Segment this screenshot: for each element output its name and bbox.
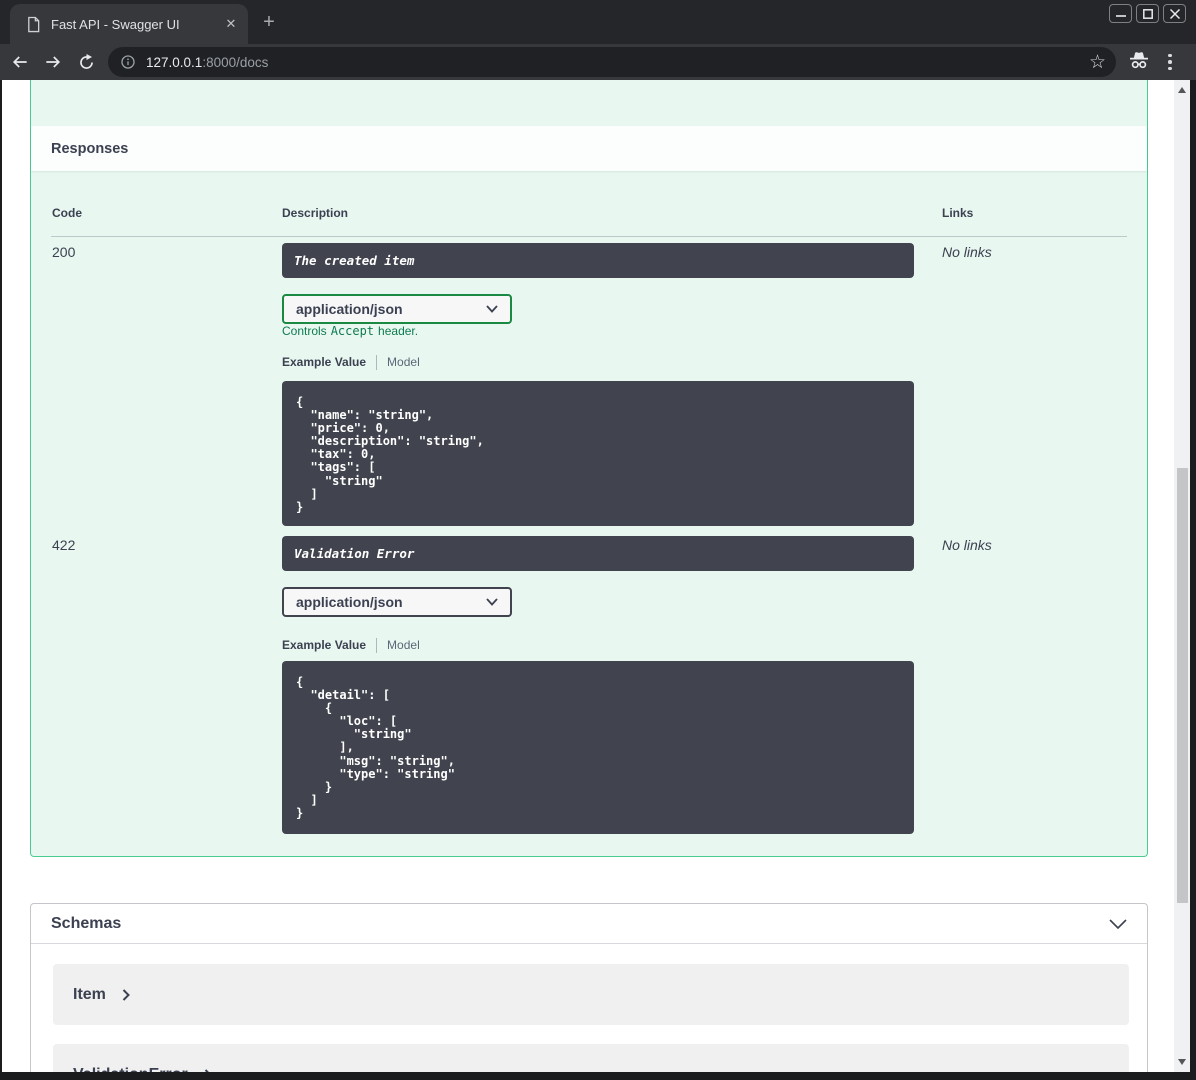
example-json-200: { "name": "string", "price": 0, "descrip… bbox=[296, 395, 484, 514]
forward-button[interactable] bbox=[40, 49, 66, 75]
schema-model-validationerror[interactable]: ValidationError bbox=[53, 1044, 1129, 1072]
page-scrollbar[interactable] bbox=[1174, 80, 1190, 1072]
accept-header-note: Controls Accept header. bbox=[282, 324, 418, 338]
chevron-right-icon bbox=[122, 988, 130, 1001]
window-minimize-button[interactable] bbox=[1109, 4, 1132, 23]
example-json-block-200: { "name": "string", "price": 0, "descrip… bbox=[282, 381, 914, 526]
scrollbar-up-arrow-icon[interactable] bbox=[1178, 87, 1186, 93]
column-header-code: Code bbox=[52, 206, 82, 220]
schema-model-item-label: Item bbox=[73, 985, 106, 1003]
tab-close-icon[interactable]: ✕ bbox=[222, 15, 240, 33]
site-info-icon[interactable] bbox=[120, 54, 136, 70]
chevron-down-icon bbox=[486, 598, 498, 606]
content-type-select-200[interactable]: application/json bbox=[282, 294, 512, 324]
accept-note-prefix: Controls bbox=[282, 324, 327, 338]
reload-icon bbox=[79, 53, 93, 69]
tab-model[interactable]: Model bbox=[387, 638, 420, 652]
content-type-value-200: application/json bbox=[296, 301, 403, 317]
response-code-200: 200 bbox=[52, 244, 76, 260]
example-json-block-422: { "detail": [ { "loc": [ "string" ], "ms… bbox=[282, 661, 914, 834]
schema-model-item[interactable]: Item bbox=[53, 964, 1129, 1025]
scrollbar-down-arrow-icon[interactable] bbox=[1178, 1059, 1186, 1065]
back-button[interactable] bbox=[7, 49, 33, 75]
browser-menu-button[interactable] bbox=[1163, 51, 1177, 73]
responses-title: Responses bbox=[51, 140, 129, 157]
response-200-links: No links bbox=[942, 244, 992, 260]
bookmark-star-icon[interactable]: ☆ bbox=[1089, 53, 1106, 72]
window-maximize-button[interactable] bbox=[1136, 4, 1159, 23]
forward-arrow-icon bbox=[46, 56, 61, 68]
browser-titlebar: Fast API - Swagger UI ✕ + bbox=[0, 0, 1196, 44]
example-model-tabs-422: Example Value Model bbox=[282, 636, 420, 654]
browser-tab[interactable]: Fast API - Swagger UI ✕ bbox=[10, 4, 248, 44]
content-type-value-422: application/json bbox=[296, 594, 403, 610]
incognito-icon bbox=[1127, 49, 1151, 76]
tab-example-value[interactable]: Example Value bbox=[282, 355, 366, 369]
chevron-right-icon bbox=[204, 1068, 210, 1072]
maximize-icon bbox=[1142, 8, 1153, 19]
accept-note-code: Accept bbox=[330, 324, 375, 338]
chevron-down-icon bbox=[486, 305, 498, 313]
accept-note-suffix: header. bbox=[378, 324, 419, 338]
example-model-tabs-200: Example Value Model bbox=[282, 353, 420, 371]
schemas-section-header[interactable]: Schemas bbox=[31, 904, 1147, 944]
url-host: 127.0.0.1 bbox=[146, 54, 203, 70]
back-arrow-icon bbox=[12, 56, 27, 68]
schemas-section: Schemas Item ValidationError bbox=[30, 903, 1148, 1072]
response-200-description-box: The created item bbox=[282, 243, 914, 278]
response-200-description: The created item bbox=[294, 253, 415, 268]
chevron-down-icon[interactable] bbox=[1109, 918, 1127, 929]
table-header-divider bbox=[51, 236, 1127, 237]
schemas-title: Schemas bbox=[51, 914, 122, 932]
url-text[interactable]: 127.0.0.1:8000/docs bbox=[146, 55, 1089, 70]
response-code-422: 422 bbox=[52, 537, 76, 553]
scrollbar-thumb[interactable] bbox=[1176, 468, 1188, 903]
address-bar[interactable]: 127.0.0.1:8000/docs ☆ bbox=[108, 47, 1116, 77]
tab-title: Fast API - Swagger UI bbox=[51, 16, 180, 32]
response-422-links: No links bbox=[942, 537, 992, 553]
content-type-select-422[interactable]: application/json bbox=[282, 587, 512, 617]
response-422-description-box: Validation Error bbox=[282, 536, 914, 571]
minimize-icon bbox=[1115, 14, 1126, 17]
reload-button[interactable] bbox=[73, 49, 99, 75]
column-header-description: Description bbox=[282, 206, 349, 220]
new-tab-button[interactable]: + bbox=[258, 12, 280, 34]
tab-model[interactable]: Model bbox=[387, 355, 420, 369]
schema-model-validationerror-label: ValidationError bbox=[73, 1066, 188, 1073]
column-header-links: Links bbox=[942, 206, 974, 220]
response-422-description: Validation Error bbox=[294, 546, 415, 561]
responses-section-header: Responses bbox=[31, 126, 1147, 171]
close-icon bbox=[1169, 8, 1180, 19]
tab-separator bbox=[376, 637, 378, 653]
window-close-button[interactable] bbox=[1163, 4, 1186, 23]
page-favicon-icon bbox=[28, 16, 40, 32]
example-json-422: { "detail": [ { "loc": [ "string" ], "ms… bbox=[296, 675, 455, 820]
tab-separator bbox=[376, 354, 378, 370]
url-path: :8000/docs bbox=[202, 54, 269, 70]
tab-example-value[interactable]: Example Value bbox=[282, 638, 366, 652]
swagger-docs-page: Responses Code Description Links 200 The… bbox=[2, 80, 1174, 1072]
responses-panel: Responses Code Description Links 200 The… bbox=[30, 80, 1148, 857]
